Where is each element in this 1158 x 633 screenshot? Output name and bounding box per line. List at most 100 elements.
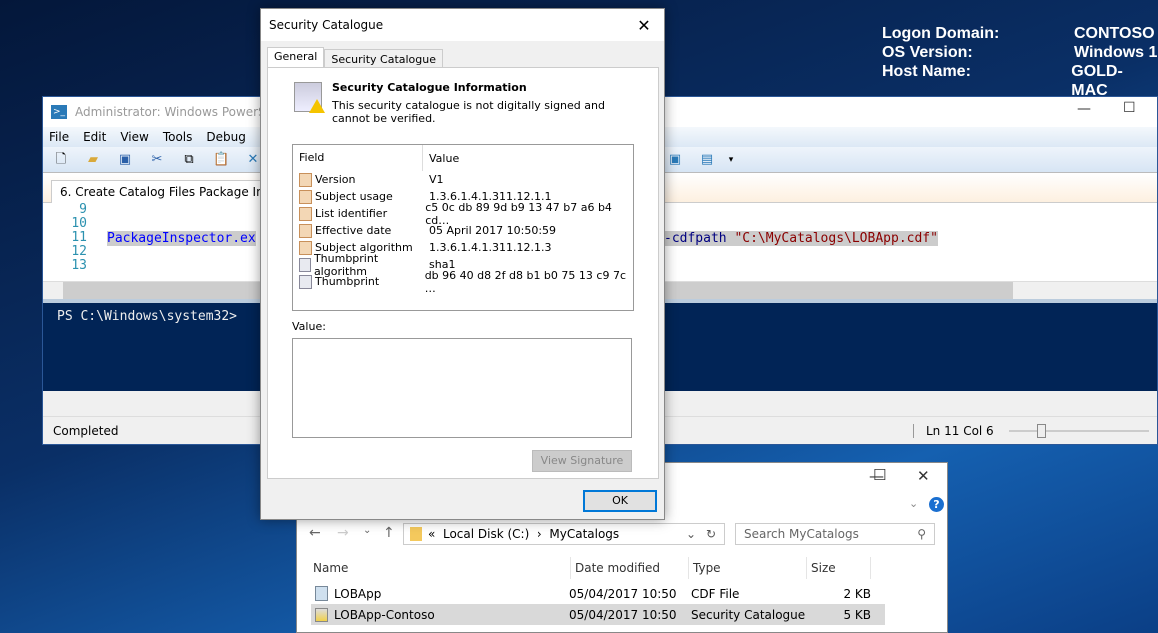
status-text: Completed — [53, 423, 119, 438]
column-value[interactable]: Value — [423, 152, 459, 165]
field-icon — [299, 206, 312, 221]
field-cell: Version — [293, 172, 423, 187]
search-input[interactable]: Search MyCatalogs ⚲ — [735, 523, 935, 545]
list-item[interactable]: List identifier c5 0c db 89 9d b9 13 47 b… — [293, 201, 633, 227]
new-remote-tab-icon[interactable]: ▣ — [667, 152, 683, 168]
minimize-button[interactable]: — — [1077, 101, 1091, 117]
list-item[interactable]: Version V1 — [293, 171, 633, 188]
start-powershell-icon[interactable]: ▤ — [699, 152, 715, 168]
field-icon — [299, 257, 311, 272]
column-size[interactable]: Size — [807, 557, 871, 579]
cursor-position: Ln 11 Col 6 — [913, 423, 994, 438]
line-number: 13 — [71, 258, 87, 273]
field-cell: Thumbprint — [293, 274, 419, 289]
field-name: Subject usage — [315, 190, 393, 203]
code-command: PackageInspector.ex — [107, 231, 256, 246]
tab-security-catalogue[interactable]: Security Catalogue — [324, 49, 444, 69]
line-number: 10 — [71, 216, 87, 231]
maximize-button[interactable]: ☐ — [873, 466, 886, 484]
column-type[interactable]: Type — [689, 557, 807, 579]
field-value: db 96 40 d8 2f d8 b1 b0 75 13 c9 7c … — [424, 268, 626, 295]
close-button[interactable]: ✕ — [624, 16, 664, 35]
bginfo-overlay: Logon Domain: CONTOSO OS Version: Windows … — [882, 24, 1158, 100]
field-value: V1 — [429, 173, 444, 186]
file-date: 05/04/2017 10:50 — [569, 586, 677, 601]
security-catalogue-icon — [294, 82, 325, 113]
maximize-button[interactable]: ☐ — [1123, 100, 1136, 116]
field-value: 05 April 2017 10:50:59 — [429, 224, 557, 237]
menu-tools[interactable]: Tools — [163, 130, 193, 144]
menu-debug[interactable]: Debug — [206, 130, 245, 144]
field-name: Version — [315, 173, 356, 186]
menu-edit[interactable]: Edit — [83, 130, 106, 144]
file-row-selected[interactable]: LOBApp-Contoso 05/04/2017 10:50 Security… — [311, 604, 885, 625]
field-list[interactable]: Field Value Version V1 Subject usage 1.3.6.1… — [292, 144, 634, 311]
address-bar[interactable]: « Local Disk (C:) › MyCatalogs ⌄ ↻ — [403, 523, 725, 545]
field-name: Effective date — [315, 224, 392, 237]
open-folder-icon[interactable]: ▰ — [85, 152, 101, 168]
field-cell: List identifier — [293, 206, 419, 221]
clear-icon[interactable]: ✕ — [245, 152, 261, 168]
file-name: LOBApp — [334, 586, 382, 601]
file-size: 2 KB — [843, 586, 871, 601]
save-icon[interactable]: ▣ — [117, 152, 133, 168]
zoom-slider[interactable] — [1009, 424, 1149, 438]
folder-icon — [410, 527, 422, 541]
column-field[interactable]: Field — [293, 145, 423, 171]
up-button[interactable]: ↑ — [383, 525, 395, 541]
list-header: Field Value — [293, 145, 633, 171]
view-signature-button[interactable]: View Signature — [532, 450, 632, 472]
security-catalogue-icon — [315, 607, 328, 622]
warning-icon — [309, 99, 325, 113]
field-name: Thumbprint — [315, 275, 380, 288]
new-file-icon[interactable]: 🗋 — [53, 152, 69, 168]
search-icon: ⚲ — [917, 527, 926, 541]
copy-icon[interactable]: ⧉ — [181, 152, 197, 168]
window-title: Administrator: Windows PowerShell — [75, 105, 288, 119]
value-textbox[interactable] — [292, 338, 632, 438]
column-date-modified[interactable]: Date modified — [571, 557, 689, 579]
list-item[interactable]: Thumbprint db 96 40 d8 2f d8 b1 b0 75 13 … — [293, 269, 633, 295]
bginfo-label: Host Name: — [882, 63, 971, 80]
field-icon — [299, 172, 312, 187]
breadcrumb-overflow[interactable]: « — [428, 527, 435, 541]
bginfo-label: Logon Domain: — [882, 25, 1000, 42]
code-parameters: -cdfpath "C:\MyCatalogs\LOBApp.cdf" — [664, 231, 938, 246]
help-icon[interactable]: ? — [929, 497, 944, 512]
zoom-slider-thumb[interactable] — [1037, 424, 1046, 438]
tab-general[interactable]: General — [267, 47, 325, 69]
breadcrumb-separator: › — [536, 527, 542, 541]
line-number: 11 — [71, 230, 87, 245]
address-dropdown-icon[interactable]: ⌄ — [686, 527, 696, 541]
close-button[interactable]: ✕ — [917, 467, 930, 485]
value-label: Value: — [292, 320, 326, 333]
ok-button[interactable]: OK — [583, 490, 657, 512]
general-tab-panel: Security Catalogue Information This secu… — [267, 67, 659, 479]
expand-ribbon-icon[interactable]: ⌄ — [909, 497, 918, 510]
line-number: 9 — [79, 202, 87, 217]
menu-file[interactable]: File — [49, 130, 69, 144]
paste-icon[interactable]: 📋 — [213, 152, 229, 168]
file-type: Security Catalogue — [691, 607, 806, 622]
field-icon — [299, 274, 312, 289]
dialog-tabs: General Security Catalogue — [267, 47, 444, 69]
info-heading: Security Catalogue Information — [332, 81, 527, 94]
file-row[interactable]: LOBApp 05/04/2017 10:50 CDF File 2 KB — [311, 583, 885, 604]
field-cell: Subject usage — [293, 189, 423, 204]
field-value: 1.3.6.1.4.1.311.12.1.3 — [429, 241, 552, 254]
line-number: 12 — [71, 244, 87, 259]
breadcrumb-mycatalogs[interactable]: MyCatalogs — [549, 527, 619, 541]
breadcrumb-local-disk[interactable]: Local Disk (C:) — [443, 527, 529, 541]
back-button[interactable]: ← — [309, 525, 321, 541]
info-description: This security catalogue is not digitally… — [332, 99, 605, 125]
toolbar-overflow-icon[interactable]: ▾ — [723, 152, 739, 168]
file-date: 05/04/2017 10:50 — [569, 607, 677, 622]
cut-icon[interactable]: ✂ — [149, 152, 165, 168]
column-name[interactable]: Name — [313, 557, 571, 579]
field-name: List identifier — [315, 207, 388, 220]
refresh-icon[interactable]: ↻ — [706, 527, 716, 541]
recent-locations-icon[interactable]: ⌄ — [363, 525, 371, 536]
menu-view[interactable]: View — [120, 130, 148, 144]
column-headers: Name Date modified Type Size — [313, 557, 871, 579]
forward-button[interactable]: → — [337, 525, 349, 541]
